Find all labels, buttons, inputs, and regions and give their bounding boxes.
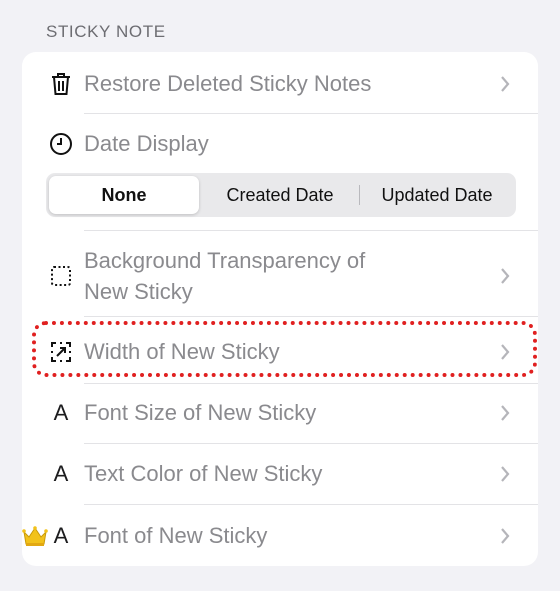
chevron-right-icon	[498, 265, 512, 287]
letter-a-icon: A	[53, 523, 69, 548]
divider	[84, 443, 538, 444]
chevron-right-icon	[498, 402, 512, 424]
letter-a-icon: A	[53, 461, 69, 486]
divider	[84, 504, 538, 505]
trash-icon	[48, 71, 74, 97]
settings-card: Restore Deleted Sticky Notes Date Displa…	[22, 52, 538, 566]
font-label: Font of New Sticky	[84, 523, 268, 548]
divider	[84, 383, 538, 384]
divider	[84, 230, 538, 231]
section-title: STICKY NOTE	[46, 22, 166, 41]
segment-divider	[359, 185, 360, 205]
dotted-square-icon	[48, 263, 74, 289]
divider	[84, 113, 538, 114]
chevron-right-icon	[498, 525, 512, 547]
background-transparency-row[interactable]: Background Transparency of New Sticky	[22, 244, 538, 308]
restore-deleted-label: Restore Deleted Sticky Notes	[84, 71, 372, 96]
font-size-of-new-sticky-row[interactable]: A Font Size of New Sticky	[22, 395, 538, 431]
chevron-right-icon	[498, 463, 512, 485]
clock-icon	[48, 131, 74, 157]
date-display-segmented-control: None Created Date Updated Date	[46, 173, 516, 217]
segment-none[interactable]: None	[49, 176, 199, 214]
crown-icon	[22, 525, 48, 547]
font-of-new-sticky-row[interactable]: A Font of New Sticky	[22, 518, 538, 554]
date-display-row: Date Display	[22, 126, 538, 162]
divider	[84, 316, 538, 317]
letter-a-icon: A	[53, 400, 69, 425]
segment-created-date[interactable]: Created Date	[202, 176, 358, 214]
text-color-of-new-sticky-row[interactable]: A Text Color of New Sticky	[22, 456, 538, 492]
date-display-label: Date Display	[84, 131, 209, 156]
segment-updated-date[interactable]: Updated Date	[361, 176, 513, 214]
background-transparency-label: Background Transparency of New Sticky	[84, 248, 366, 304]
restore-deleted-row[interactable]: Restore Deleted Sticky Notes	[22, 66, 538, 102]
font-size-label: Font Size of New Sticky	[84, 400, 317, 425]
chevron-right-icon	[498, 73, 512, 95]
text-color-label: Text Color of New Sticky	[84, 461, 323, 486]
highlight-outline	[32, 321, 537, 377]
